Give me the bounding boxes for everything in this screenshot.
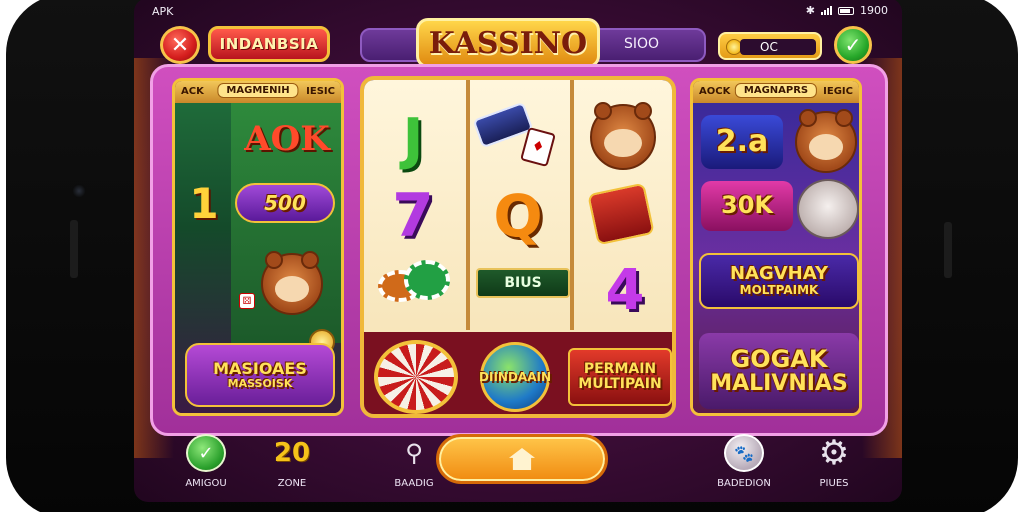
symbol-one: 1 [189,178,219,228]
right-panel[interactable]: AOCK MAGNAPRS IEGIC 2.a 30K NAGVHAY MOLT… [690,78,862,416]
nav-amigou[interactable]: ✓ AMIGOU [166,434,246,489]
status-bar: APK ✱ 1900 [134,0,902,20]
roulette-icon [374,340,458,414]
status-time: 1900 [860,4,888,17]
reel-panel[interactable]: J ♦ 7 Q BIUS 4 DIINDAAIN PERMAIN MULTIPA… [360,76,676,418]
bluetooth-icon: ✱ [805,4,815,17]
nav-zone[interactable]: 20 ZONE [252,434,332,489]
check-icon: ✓ [186,434,226,472]
coin-balance[interactable]: OC [718,32,822,60]
green-chip-icon [404,260,450,300]
left-header-right: IESIC [306,86,335,97]
gogak-line1: GOGAK [730,344,828,373]
otter-icon [795,109,857,173]
close-icon: ✕ [170,32,190,58]
symbol-four: 4 [605,257,645,323]
left-promo-line1: MASIOAES [213,358,307,378]
globe-label: DIINDAAIN [479,369,551,384]
seal-icon [797,179,859,239]
reel-divider-1 [466,80,470,330]
brand-badge: INDANBSIA [208,26,330,62]
left-promo-line2: MASSOISK [227,376,293,390]
gogak-line2: MALIVNIAS [710,371,848,397]
nav-amigou-label: AMIGOU [185,478,227,489]
tool-icon: ⚲ [405,439,423,467]
coin-value: OC [740,39,816,55]
gogak-badge: GOGAK MALIVNIAS [699,333,859,409]
left-promo-badge: MASIOAES MASSOISK [185,343,335,407]
left-header-center: MAGMENIH [217,83,299,98]
bonus-button[interactable]: BIUS [476,268,570,298]
home-icon [509,448,535,470]
nav-piues[interactable]: ⚙ PIUES [794,433,874,489]
phone-body: APK ✱ 1900 ✕ INDANBSIA KASSINO SIOO OC ✓… [6,0,1018,512]
symbol-30k-badge: 30K [701,181,793,231]
left-panel[interactable]: ACK MAGMENIH IESIC AOK 1 500 ⚄ MASIOAES … [172,78,344,416]
spin-button[interactable] [436,434,608,484]
symbol-q: Q [493,182,543,250]
nav-piues-label: PIUES [819,478,849,489]
power-button [944,222,952,278]
right-promo-badge: NAGVHAY MOLTPAIMK [699,253,859,309]
fox-icon [590,102,656,170]
nav-badedion-label: BADEDION [717,478,771,489]
confirm-button[interactable]: ✓ [834,26,872,64]
right-promo-line2: MOLTPAIMK [739,283,819,298]
camera-lens [72,184,86,198]
permain-line1: PERMAIN [583,361,657,378]
left-header-left: ACK [181,86,204,97]
bear-icon [261,251,323,315]
game-screen: APK ✱ 1900 ✕ INDANBSIA KASSINO SIOO OC ✓… [134,0,902,502]
symbol-2a-badge: 2.a [701,115,783,169]
signal-icon [821,6,832,15]
reel-divider-2 [570,80,574,330]
symbol-500: 500 [264,190,306,215]
game-title: KASSINO [416,18,600,68]
nav-baadig-label: BAADIG [394,478,434,489]
volume-button [70,220,78,278]
pet-icon: 🐾 [724,434,764,472]
permain-line2: MULTIPAIN [578,376,662,392]
symbol-aok: AOK [244,119,330,159]
symbol-seven: 7 [392,181,434,251]
bet-value: SIOO [624,36,660,52]
symbol-2a: 2.a [715,124,769,160]
status-app-label: APK [152,5,174,18]
permain-badge: PERMAIN MULTIPAIN [568,348,672,406]
symbol-j: J [402,106,424,172]
globe-icon: DIINDAAIN [479,342,551,412]
gold-zone-icon: 20 [273,438,311,468]
symbol-500-badge: 500 [235,183,335,223]
symbol-30k: 30K [721,191,773,220]
right-header-right: IEGIC [823,86,853,97]
dice-icon: ⚄ [239,293,255,309]
close-button[interactable]: ✕ [160,26,200,64]
right-header-left: AOCK [699,86,731,97]
right-panel-header: AOCK MAGNAPRS IEGIC [693,81,859,103]
nav-badedion[interactable]: 🐾 BADEDION [704,434,784,489]
nav-zone-label: ZONE [277,478,307,489]
check-icon: ✓ [844,33,862,57]
right-promo-line1: NAGVHAY [729,263,828,285]
left-panel-header: ACK MAGMENIH IESIC [175,81,341,103]
right-header-center: MAGNAPRS [734,83,818,98]
battery-icon [838,6,854,15]
status-right-group: ✱ 1900 [806,4,888,17]
gear-icon: ⚙ [818,433,850,473]
